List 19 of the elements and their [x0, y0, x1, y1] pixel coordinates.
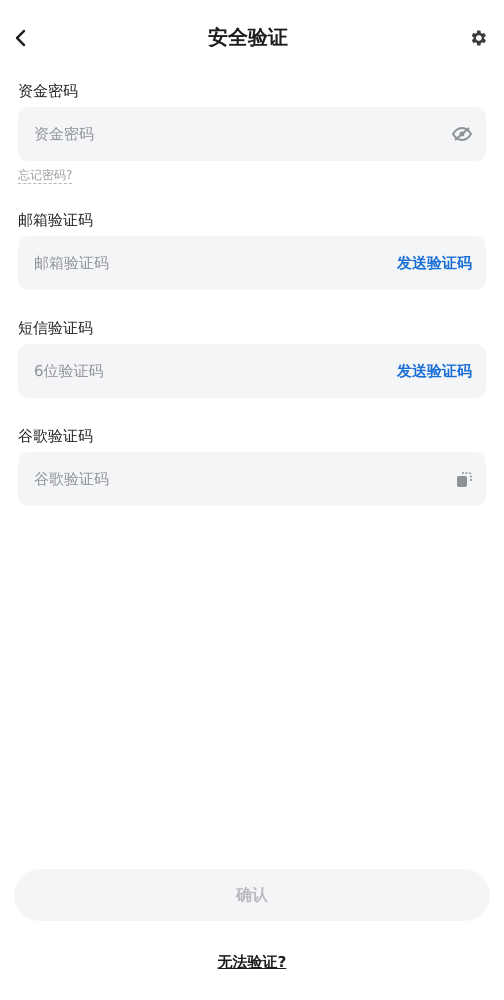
input-field[interactable]: 邮箱验证码 发送验证码: [18, 236, 486, 290]
paste-icon[interactable]: [457, 472, 472, 486]
cannot-verify-link[interactable]: 无法验证?: [218, 953, 286, 972]
text-input[interactable]: 资金密码: [32, 124, 452, 144]
page-title: 安全验证: [208, 24, 288, 51]
send-code-link[interactable]: 发送验证码: [397, 254, 472, 272]
input-field[interactable]: 6位验证码 发送验证码: [18, 344, 486, 398]
text-input[interactable]: 邮箱验证码: [32, 253, 397, 273]
send-code-link[interactable]: 发送验证码: [397, 362, 472, 380]
field-label: 邮箱验证码: [18, 210, 94, 230]
eye-off-icon[interactable]: [452, 126, 472, 142]
input-field[interactable]: 资金密码: [18, 107, 486, 161]
field-label: 谷歌验证码: [18, 426, 94, 446]
text-input[interactable]: 6位验证码: [32, 361, 397, 381]
text-input[interactable]: 谷歌验证码: [32, 469, 457, 489]
forgot-password-link[interactable]: 忘记密码?: [18, 167, 72, 184]
field-label: 资金密码: [18, 81, 79, 101]
field-label: 短信验证码: [18, 318, 94, 338]
input-field[interactable]: 谷歌验证码: [18, 452, 486, 506]
